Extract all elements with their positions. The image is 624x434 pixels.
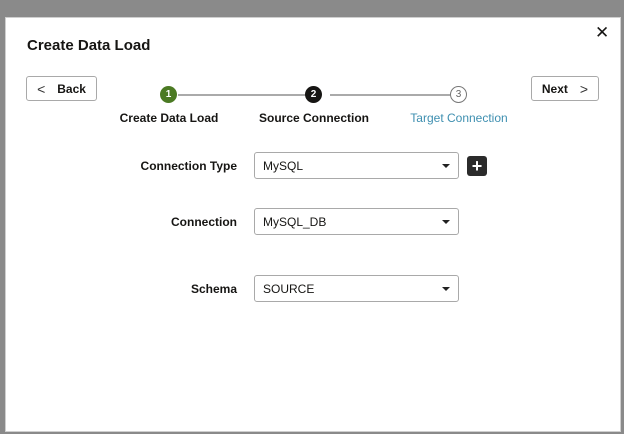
connection-type-label: Connection Type — [140, 159, 237, 173]
step-connector — [330, 94, 450, 96]
chevron-right-icon: > — [579, 80, 589, 97]
create-data-load-dialog: Create Data Load ✕ < Back Next > 1 2 3 C… — [5, 17, 621, 432]
back-button[interactable]: < Back — [26, 76, 97, 101]
close-icon[interactable]: ✕ — [595, 23, 609, 43]
caret-down-icon — [442, 163, 450, 168]
dialog-title: Create Data Load — [27, 37, 151, 54]
schema-value: SOURCE — [263, 281, 315, 296]
step-2-label[interactable]: Source Connection — [244, 111, 384, 125]
connection-value: MySQL_DB — [263, 214, 327, 229]
schema-select[interactable]: SOURCE — [254, 275, 459, 302]
chevron-left-icon: < — [37, 80, 46, 97]
step-3-label[interactable]: Target Connection — [389, 111, 529, 125]
step-1-indicator[interactable]: 1 — [160, 86, 177, 103]
step-3-indicator[interactable]: 3 — [450, 86, 467, 103]
connection-type-select[interactable]: MySQL — [254, 152, 459, 179]
step-1-label[interactable]: Create Data Load — [99, 111, 239, 125]
connection-type-value: MySQL — [263, 158, 304, 173]
connection-label: Connection — [171, 215, 237, 229]
caret-down-icon — [442, 286, 450, 291]
step-2-indicator[interactable]: 2 — [305, 86, 322, 103]
schema-label: Schema — [190, 282, 237, 296]
add-connection-button[interactable]: + — [467, 156, 487, 176]
caret-down-icon — [442, 219, 450, 224]
plus-icon: + — [471, 156, 483, 176]
connection-select[interactable]: MySQL_DB — [254, 208, 459, 235]
next-button[interactable]: Next > — [531, 76, 599, 101]
step-connector — [178, 94, 306, 96]
back-label: Back — [57, 81, 86, 96]
next-label: Next — [541, 81, 568, 96]
